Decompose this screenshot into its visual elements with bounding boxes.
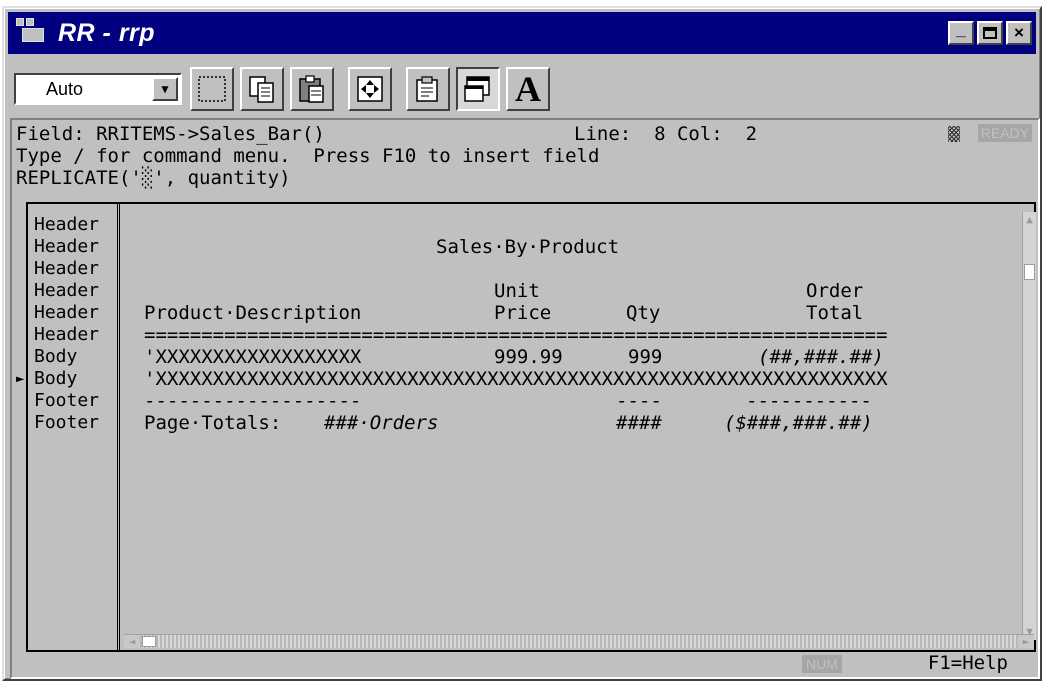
copy-button[interactable] — [240, 67, 284, 111]
band-label-header[interactable]: Header — [34, 236, 99, 258]
band-label-header[interactable]: Header — [34, 324, 99, 346]
scroll-up-icon[interactable]: ▲ — [1024, 214, 1035, 226]
shade-char-icon — [948, 126, 960, 142]
window-title: RR - rrp — [58, 18, 156, 47]
band-label-footer[interactable]: Footer — [34, 412, 99, 434]
help-hint: F1=Help — [927, 652, 1008, 674]
orders-count-field[interactable]: ###·Orders — [324, 412, 438, 434]
horizontal-scroll-thumb[interactable] — [142, 636, 156, 647]
dos-console[interactable]: Field: RRITEMS->Sales_Bar() Line: 8 Col:… — [10, 118, 1040, 679]
mark-button[interactable] — [190, 67, 234, 111]
properties-icon — [416, 76, 438, 102]
font-size-select[interactable]: Auto ▼ — [14, 73, 182, 105]
qty-header[interactable]: Qty — [626, 302, 660, 324]
background-button[interactable] — [456, 67, 500, 111]
report-layout[interactable]: Header Header Header Header Header Heade… — [16, 202, 1036, 652]
full-screen-icon — [357, 76, 383, 102]
band-label-body-current[interactable]: Body — [34, 368, 77, 390]
toolbar: Auto ▼ A — [14, 60, 550, 118]
vertical-scroll-thumb[interactable] — [1024, 264, 1035, 280]
band-label-header[interactable]: Header — [34, 302, 99, 324]
band-label-header[interactable]: Header — [34, 214, 99, 236]
band-label-body[interactable]: Body — [34, 346, 77, 368]
full-screen-button[interactable] — [348, 67, 392, 111]
band-label-header[interactable]: Header — [34, 280, 99, 302]
footer-separator-total[interactable]: ----------- — [746, 390, 872, 412]
total-header[interactable]: Total — [806, 302, 863, 324]
maximize-button[interactable] — [977, 21, 1003, 45]
description-field[interactable]: 'XXXXXXXXXXXXXXXXXX — [144, 346, 361, 368]
current-band-marker: ► — [16, 371, 25, 387]
maximize-icon — [983, 27, 997, 39]
font-button[interactable]: A — [506, 67, 550, 111]
minimize-icon: _ — [956, 20, 966, 39]
app-window: RR - rrp _ × Auto ▼ A Field: RRITEMS->Sa… — [2, 6, 1042, 681]
header-separator[interactable]: ========================================… — [144, 324, 888, 346]
grand-total-field[interactable]: ($###,###.##) — [724, 412, 873, 434]
mark-block-icon — [198, 76, 226, 102]
title-bar[interactable]: RR - rrp _ × — [8, 12, 1036, 54]
unit-label[interactable]: Unit — [494, 280, 540, 302]
app-icon[interactable] — [16, 18, 50, 48]
copy-icon — [249, 76, 274, 103]
price-header[interactable]: Price — [494, 302, 551, 324]
num-lock-badge: NUM — [802, 655, 842, 673]
cursor-position: Line: 8 Col: 2 — [574, 123, 758, 145]
product-description-header[interactable]: Product·Description — [144, 302, 361, 324]
minimize-button[interactable]: _ — [948, 20, 974, 45]
paste-button[interactable] — [290, 67, 334, 111]
field-expression: REPLICATE('░', quantity) — [16, 167, 291, 189]
font-size-value: Auto — [46, 78, 84, 99]
footer-separator-description[interactable]: ------------------- — [144, 390, 361, 412]
price-field[interactable]: 999.99 — [494, 346, 563, 368]
sales-bar-field[interactable]: 'XXXXXXXXXXXXXXXXXXXXXXXXXXXXXXXXXXXXXXX… — [144, 368, 888, 390]
order-total-field[interactable]: (##,###.##) — [758, 346, 884, 368]
dropdown-arrow-icon[interactable]: ▼ — [152, 77, 178, 101]
scroll-right-icon[interactable]: ► — [1018, 635, 1034, 648]
close-icon: × — [1014, 23, 1024, 42]
band-label-footer[interactable]: Footer — [34, 390, 99, 412]
report-title[interactable]: Sales·By·Product — [436, 236, 619, 258]
scroll-left-icon[interactable]: ◄ — [124, 635, 140, 648]
command-hint: Type / for command menu. Press F10 to in… — [16, 145, 600, 167]
vertical-scrollbar[interactable]: ▲ ▼ — [1022, 212, 1036, 640]
field-status: Field: RRITEMS->Sales_Bar() — [16, 123, 325, 145]
ready-badge: READY — [977, 124, 1032, 142]
background-icon — [464, 76, 490, 102]
footer-separator-qty[interactable]: ---- — [616, 390, 662, 412]
paste-icon — [299, 75, 324, 103]
band-label-header[interactable]: Header — [34, 258, 99, 280]
horizontal-scrollbar[interactable]: ◄ ► — [124, 634, 1034, 648]
qty-total-field[interactable]: #### — [616, 412, 662, 434]
close-button[interactable]: × — [1006, 21, 1032, 45]
page-totals-label[interactable]: Page·Totals: — [144, 412, 281, 434]
font-icon: A — [515, 69, 541, 109]
properties-button[interactable] — [406, 67, 450, 111]
order-label[interactable]: Order — [806, 280, 863, 302]
status-bar: NUM F1=Help — [12, 651, 1038, 677]
qty-field[interactable]: 999 — [628, 346, 662, 368]
band-labels: Header Header Header Header Header Heade… — [16, 204, 120, 650]
